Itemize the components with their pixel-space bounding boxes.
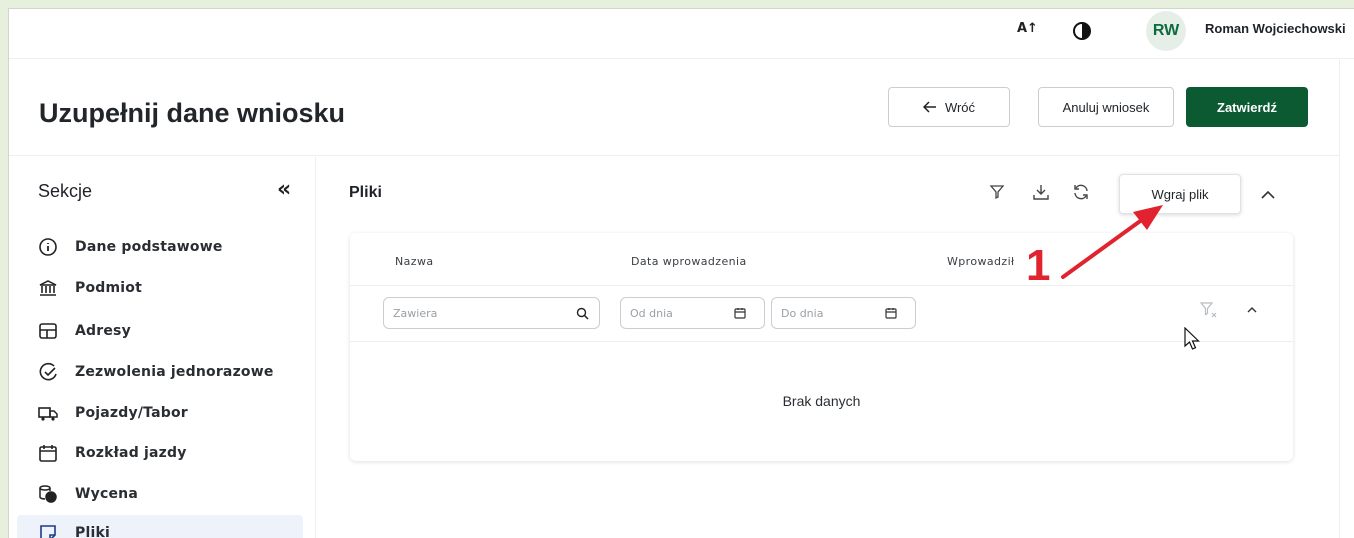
cancel-application-button[interactable]: Anuluj wniosek bbox=[1038, 87, 1174, 127]
coins-icon bbox=[37, 483, 59, 505]
user-name[interactable]: Roman Wojciechowski bbox=[1205, 21, 1346, 36]
calendar-icon bbox=[37, 442, 59, 464]
sidebar-item-pliki[interactable]: Pliki bbox=[17, 515, 303, 538]
sections-sidebar: Sekcje « Dane podstawowe Podmiot Adresy … bbox=[9, 157, 316, 538]
top-bar: A↑ RW Roman Wojciechowski bbox=[9, 9, 1354, 59]
contrast-icon[interactable] bbox=[1073, 22, 1091, 40]
sidebar-item-adresy[interactable]: Adresy bbox=[17, 313, 303, 349]
date-to-placeholder: Do dnia bbox=[781, 307, 824, 320]
chevron-up-icon[interactable] bbox=[1257, 184, 1279, 206]
column-header-author[interactable]: Wprowadził bbox=[947, 255, 1015, 268]
collapse-sidebar-icon[interactable]: « bbox=[277, 177, 291, 202]
arrow-left-icon bbox=[922, 101, 936, 113]
sidebar-item-label: Adresy bbox=[75, 323, 131, 339]
sidebar-item-label: Pliki bbox=[75, 525, 110, 538]
bank-icon bbox=[37, 277, 59, 299]
search-icon bbox=[574, 305, 590, 321]
sidebar-item-label: Zezwolenia jednorazowe bbox=[75, 364, 274, 380]
filter-row: Zawiera Od dnia Do dnia bbox=[350, 285, 1293, 342]
sidebar-item-label: Dane podstawowe bbox=[75, 239, 223, 255]
name-filter-placeholder: Zawiera bbox=[393, 307, 438, 320]
sidebar-item-label: Pojazdy/Tabor bbox=[75, 405, 188, 421]
date-to-input[interactable]: Do dnia bbox=[771, 297, 916, 329]
sidebar-title: Sekcje bbox=[38, 181, 93, 201]
mouse-cursor-icon bbox=[1184, 327, 1200, 350]
sidebar-item-pojazdy[interactable]: Pojazdy/Tabor bbox=[17, 395, 303, 431]
clear-filter-icon[interactable] bbox=[1198, 300, 1218, 320]
content-divider bbox=[1339, 60, 1340, 538]
date-from-input[interactable]: Od dnia bbox=[620, 297, 765, 329]
chevron-up-icon[interactable] bbox=[1245, 303, 1259, 317]
font-size-icon[interactable]: A↑ bbox=[1017, 21, 1038, 36]
address-icon bbox=[37, 320, 59, 342]
page-header: Uzupełnij dane wniosku Wróć Anuluj wnios… bbox=[9, 60, 1339, 156]
file-icon bbox=[37, 522, 59, 538]
refresh-icon[interactable] bbox=[1070, 181, 1092, 203]
truck-icon bbox=[37, 402, 59, 424]
calendar-icon bbox=[883, 305, 899, 321]
filter-icon[interactable] bbox=[986, 181, 1008, 203]
sidebar-item-label: Rozkład jazdy bbox=[75, 445, 187, 461]
date-from-placeholder: Od dnia bbox=[630, 307, 673, 320]
permit-icon bbox=[37, 361, 59, 383]
column-header-name[interactable]: Nazwa bbox=[395, 255, 433, 268]
files-table: Nazwa Data wprowadzenia Wprowadził Zawie… bbox=[350, 233, 1293, 461]
avatar[interactable]: RW bbox=[1146, 11, 1186, 51]
sidebar-item-dane-podstawowe[interactable]: Dane podstawowe bbox=[17, 229, 303, 265]
column-header-date[interactable]: Data wprowadzenia bbox=[631, 255, 747, 268]
section-title: Pliki bbox=[349, 184, 382, 201]
sidebar-item-zezwolenia[interactable]: Zezwolenia jednorazowe bbox=[17, 354, 303, 390]
confirm-button[interactable]: Zatwierdź bbox=[1186, 87, 1308, 127]
back-button[interactable]: Wróć bbox=[888, 87, 1010, 127]
sidebar-item-rozklad-jazdy[interactable]: Rozkład jazdy bbox=[17, 435, 303, 471]
sidebar-item-label: Podmiot bbox=[75, 280, 142, 296]
annotation-number: 1 bbox=[1026, 241, 1051, 290]
back-button-label: Wróć bbox=[944, 99, 976, 115]
download-icon[interactable] bbox=[1030, 181, 1052, 203]
page-title: Uzupełnij dane wniosku bbox=[39, 98, 346, 128]
sidebar-item-label: Wycena bbox=[75, 486, 138, 502]
upload-file-button[interactable]: Wgraj plik bbox=[1119, 174, 1241, 214]
sidebar-item-wycena[interactable]: Wycena bbox=[17, 476, 303, 512]
empty-state: Brak danych bbox=[782, 393, 861, 409]
name-filter-input[interactable]: Zawiera bbox=[383, 297, 600, 329]
calendar-icon bbox=[732, 305, 748, 321]
app-window: A↑ RW Roman Wojciechowski Uzupełnij dane… bbox=[8, 8, 1354, 538]
info-icon bbox=[37, 236, 59, 258]
sidebar-item-podmiot[interactable]: Podmiot bbox=[17, 270, 303, 306]
